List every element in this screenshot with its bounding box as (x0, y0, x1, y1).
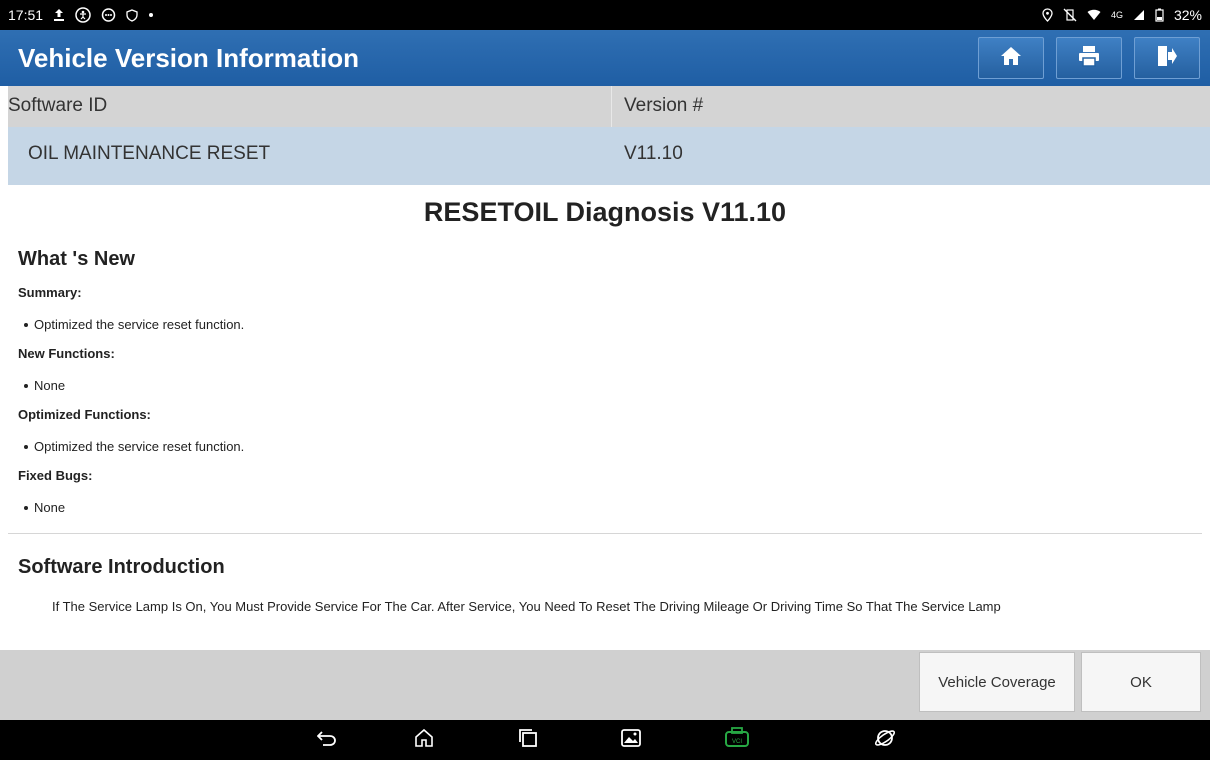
vehicle-coverage-button[interactable]: Vehicle Coverage (919, 652, 1075, 712)
gallery-icon (621, 728, 641, 752)
ok-button[interactable]: OK (1081, 652, 1201, 712)
message-icon (101, 7, 116, 23)
browser-icon (874, 727, 896, 754)
network-type: 4G (1110, 10, 1123, 20)
home-button[interactable] (978, 37, 1044, 79)
action-bar: Vehicle Coverage OK (0, 650, 1210, 720)
page-title: Vehicle Version Information (18, 42, 359, 73)
software-id-cell: OIL MAINTENANCE RESET (28, 143, 271, 164)
version-cell: V11.10 (624, 143, 683, 164)
column-header-software-id: Software ID (8, 86, 612, 127)
back-button[interactable] (314, 728, 340, 752)
status-time: 17:51 (8, 7, 44, 23)
new-functions-label: New Functions: (18, 346, 115, 361)
table-row[interactable]: OIL MAINTENANCE RESET V11.10 (8, 127, 1210, 185)
battery-level: 32% (1173, 7, 1202, 23)
document-title: RESETOIL Diagnosis V11.10 (423, 197, 787, 227)
location-icon (1042, 8, 1053, 22)
vci-button[interactable]: VCI (722, 726, 752, 754)
back-icon (316, 730, 337, 751)
software-intro-heading: Software Introduction (18, 556, 225, 578)
battery-icon (1155, 8, 1164, 22)
wifi-icon (1087, 9, 1101, 21)
fixed-bugs-label: Fixed Bugs: (18, 468, 93, 483)
optimized-functions-label: Optimized Functions: (18, 407, 151, 422)
navigation-bar: VCI (0, 720, 1210, 760)
print-button[interactable] (1056, 37, 1122, 79)
vibrate-off-icon (1063, 8, 1077, 22)
software-intro-text: If The Service Lamp Is On, You Must Prov… (52, 599, 1001, 614)
shield-icon (126, 8, 138, 22)
upload-icon (53, 8, 65, 22)
recents-button[interactable] (515, 728, 541, 752)
column-header-version: Version # (624, 95, 704, 116)
exit-button[interactable] (1134, 37, 1200, 79)
gallery-button[interactable] (618, 728, 644, 752)
whats-new-heading: What 's New (18, 248, 135, 270)
svg-text:VCI: VCI (732, 739, 742, 745)
version-table: Software ID Version # OIL MAINTENANCE RE… (8, 86, 1210, 185)
app-header: Vehicle Version Information (0, 30, 1210, 86)
dot-icon (148, 12, 154, 18)
browser-button[interactable] (872, 728, 898, 752)
list-item: Optimized the service reset function. (0, 439, 1210, 454)
release-notes-panel[interactable]: RESETOIL Diagnosis V11.10 What 's New Su… (0, 185, 1210, 650)
home-icon (414, 728, 434, 753)
exit-icon (1156, 45, 1178, 72)
accessibility-icon (75, 7, 91, 23)
home-nav-button[interactable] (411, 728, 437, 752)
divider (8, 533, 1202, 534)
table-header-row: Software ID Version # (8, 86, 1210, 127)
recents-icon (518, 728, 538, 753)
home-icon (1000, 46, 1022, 71)
vci-icon: VCI (723, 726, 751, 754)
signal-icon (1133, 9, 1145, 21)
list-item: None (0, 378, 1210, 393)
list-item: Optimized the service reset function. (0, 317, 1210, 332)
status-bar: 17:51 4G 32% (0, 0, 1210, 30)
summary-label: Summary: (18, 285, 82, 300)
print-icon (1078, 45, 1100, 72)
list-item: None (0, 500, 1210, 515)
